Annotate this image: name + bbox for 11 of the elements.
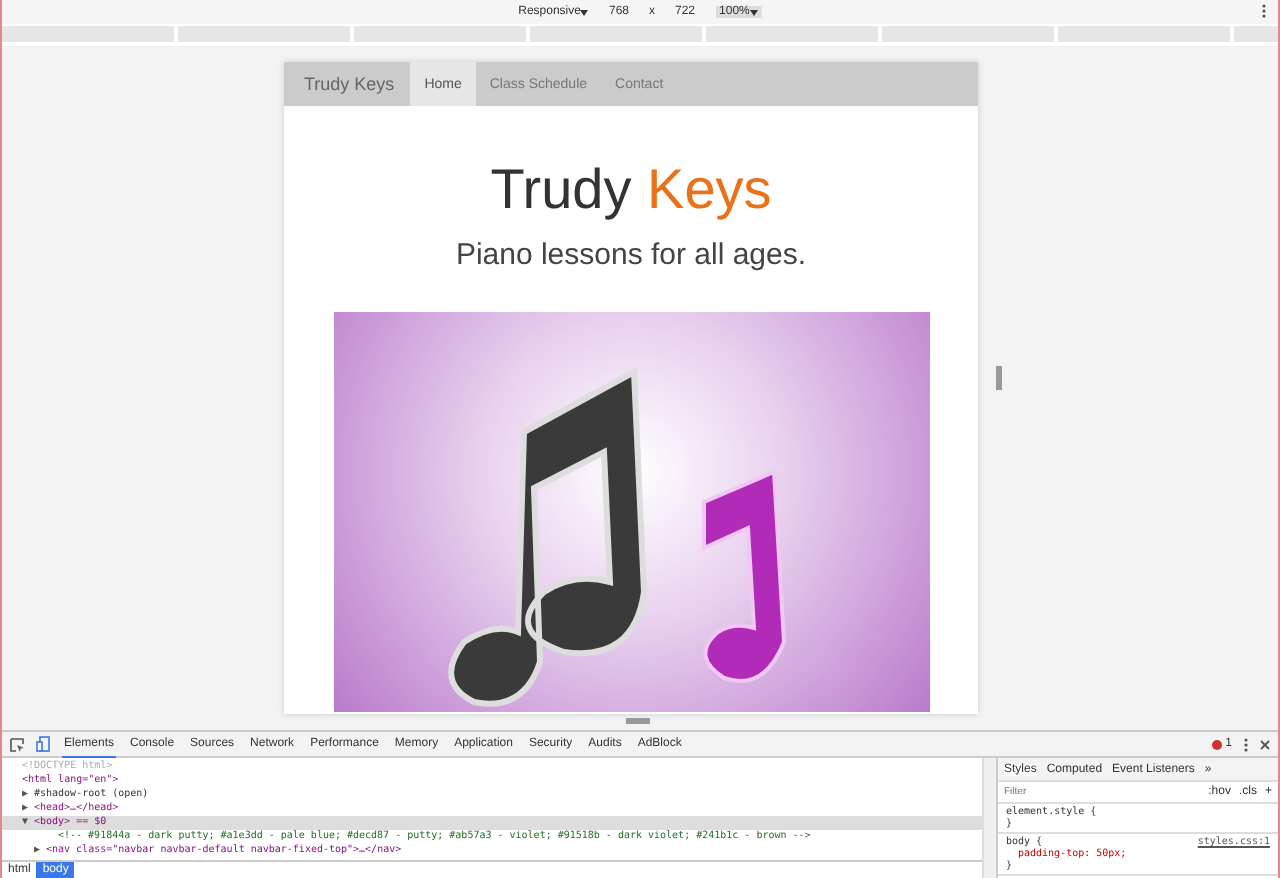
resize-handle[interactable] [626, 718, 650, 724]
close-icon[interactable] [1260, 739, 1270, 749]
caret-icon[interactable] [749, 9, 758, 15]
tagline: Piano lessons for all ages. [455, 238, 807, 272]
brand-link[interactable]: Trudy Keys [284, 62, 411, 106]
device-toolbar-icon[interactable] [36, 736, 50, 752]
page-heading: Trudy Keys [490, 158, 772, 222]
resize-handle[interactable] [996, 366, 1002, 390]
error-icon [1211, 739, 1222, 749]
inspect-icon[interactable] [10, 737, 24, 751]
caret-icon[interactable] [580, 9, 589, 15]
